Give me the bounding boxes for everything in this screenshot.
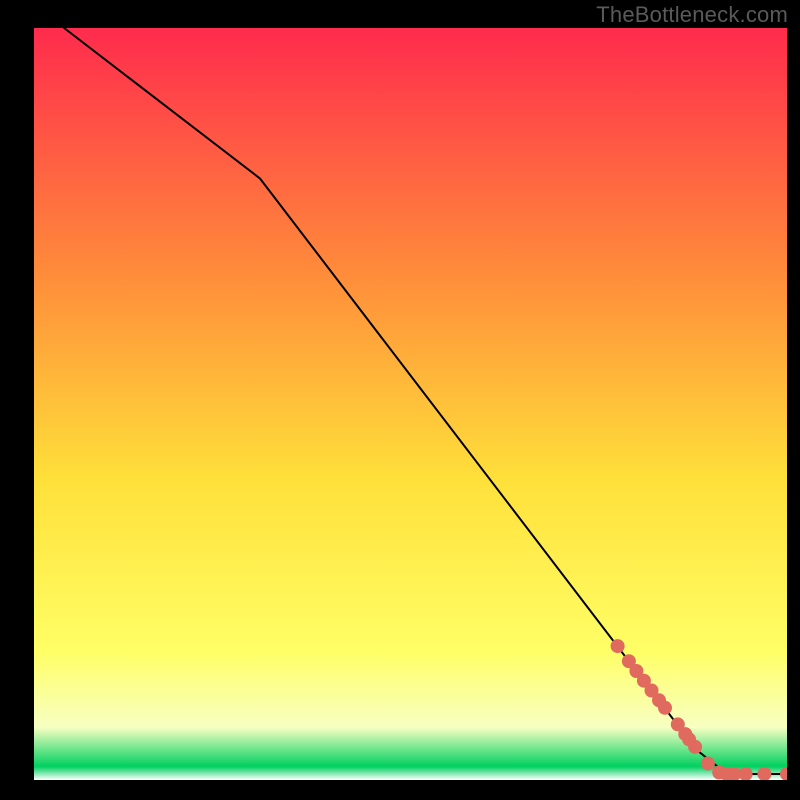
gradient-background [34,28,787,780]
watermark-text: TheBottleneck.com [596,2,788,28]
data-point-marker [688,740,702,754]
plot-area [34,28,787,780]
chart-frame: TheBottleneck.com [0,0,800,800]
data-point-marker [658,701,672,715]
chart-svg [34,28,787,780]
data-point-marker [701,757,715,771]
data-point-marker [611,639,625,653]
